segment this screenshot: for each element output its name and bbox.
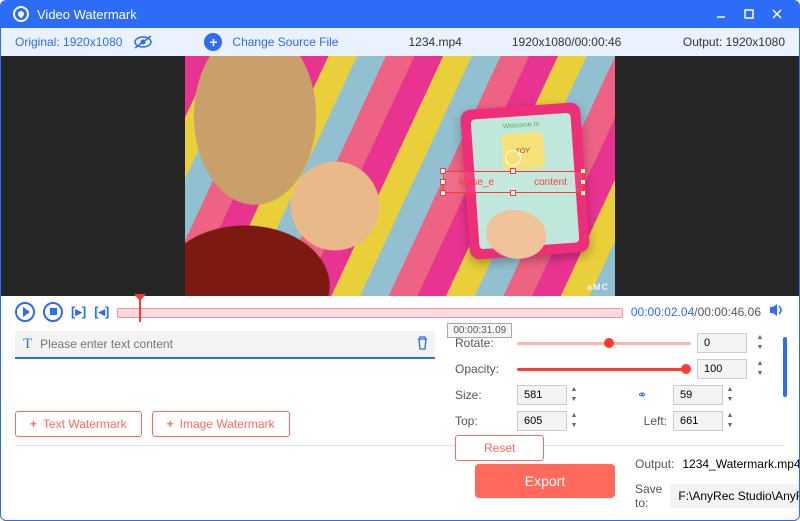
scrollbar[interactable] bbox=[783, 337, 787, 397]
saveto-label: Save to: bbox=[635, 482, 662, 510]
add-source-button[interactable]: + bbox=[204, 33, 222, 51]
text-icon: T bbox=[21, 336, 34, 353]
saveto-path-box[interactable]: F:\AnyRec Studio\AnyR...erter\Video Wate… bbox=[670, 484, 800, 508]
play-button[interactable] bbox=[15, 302, 35, 322]
top-stepper[interactable]: ▲▼ bbox=[567, 411, 581, 431]
opacity-value[interactable]: 100 bbox=[697, 359, 747, 379]
minimize-button[interactable] bbox=[709, 4, 733, 24]
rotate-slider[interactable] bbox=[517, 336, 691, 350]
channel-watermark: aMC bbox=[587, 282, 609, 292]
opacity-label: Opacity: bbox=[455, 362, 511, 376]
watermark-text-input[interactable] bbox=[40, 337, 410, 351]
volume-icon[interactable] bbox=[769, 303, 785, 320]
playback-controls: [▸] [◂] 00:00:31.09 00:00:02.04/00:00:46… bbox=[1, 296, 799, 327]
resize-handle[interactable] bbox=[580, 168, 586, 174]
timecode-display: 00:00:02.04/00:00:46.06 bbox=[631, 305, 761, 319]
preview-toggle-icon[interactable] bbox=[132, 35, 154, 49]
top-label: Top: bbox=[455, 414, 511, 428]
add-text-watermark-button[interactable]: +Text Watermark bbox=[15, 411, 142, 437]
rotate-value[interactable]: 0 bbox=[697, 333, 747, 353]
opacity-slider[interactable] bbox=[517, 362, 691, 376]
left-value[interactable]: 661 bbox=[673, 411, 723, 431]
settings-panel: T +Text Watermark +Image Watermark Rotat… bbox=[1, 327, 799, 443]
left-label: Left: bbox=[617, 414, 667, 428]
close-button[interactable] bbox=[765, 4, 789, 24]
resize-handle[interactable] bbox=[440, 179, 446, 185]
maximize-button[interactable] bbox=[737, 4, 761, 24]
entry-underline bbox=[15, 357, 435, 359]
info-bar: Original: 1920x1080 + Change Source File… bbox=[1, 28, 799, 57]
size-height-value[interactable]: 59 bbox=[673, 385, 723, 405]
watermark-text-entry: T bbox=[15, 331, 435, 357]
bottom-bar: Output: 1234_Watermark.mp4 Output: Auto;… bbox=[1, 446, 799, 520]
top-value[interactable]: 605 bbox=[517, 411, 567, 431]
playhead[interactable] bbox=[139, 300, 141, 322]
mark-in-button[interactable]: [▸] bbox=[71, 304, 86, 320]
add-image-watermark-button[interactable]: +Image Watermark bbox=[152, 411, 290, 437]
size-height-stepper[interactable]: ▲▼ bbox=[723, 385, 737, 405]
resize-handle[interactable] bbox=[510, 190, 516, 196]
preview-area: Welcome toTOY aMC lease_econtent bbox=[1, 56, 799, 296]
saveto-path: F:\AnyRec Studio\AnyR...erter\Video Wate… bbox=[678, 489, 800, 503]
timeline[interactable]: 00:00:31.09 bbox=[117, 306, 622, 318]
resize-handle[interactable] bbox=[580, 179, 586, 185]
left-stepper[interactable]: ▲▼ bbox=[723, 411, 737, 431]
app-window: Video Watermark Original: 1920x1080 + Ch… bbox=[0, 0, 800, 521]
original-resolution: 1920x1080 bbox=[63, 35, 122, 49]
source-res-duration: 1920x1080/00:00:46 bbox=[512, 35, 621, 49]
output-filename: 1234_Watermark.mp4 bbox=[682, 457, 800, 471]
size-width-stepper[interactable]: ▲▼ bbox=[567, 385, 581, 405]
watermark-list-panel: T +Text Watermark +Image Watermark bbox=[15, 331, 435, 443]
mark-out-button[interactable]: [◂] bbox=[94, 304, 109, 320]
source-filename: 1234.mp4 bbox=[408, 35, 461, 49]
app-logo-icon bbox=[13, 6, 29, 22]
watermark-properties: Rotate: 0 ▲▼ Opacity: 100 ▲▼ Size: 581▲▼… bbox=[455, 331, 785, 443]
preview-tablet-text: Welcome to bbox=[503, 121, 540, 131]
link-dimensions-icon[interactable]: ⚭ bbox=[617, 388, 667, 402]
resize-handle[interactable] bbox=[580, 190, 586, 196]
stop-button[interactable] bbox=[43, 302, 63, 322]
size-label: Size: bbox=[455, 388, 511, 402]
rotate-label: Rotate: bbox=[455, 336, 511, 350]
size-width-value[interactable]: 581 bbox=[517, 385, 567, 405]
resize-handle[interactable] bbox=[440, 168, 446, 174]
delete-watermark-icon[interactable] bbox=[416, 336, 429, 353]
rotate-stepper[interactable]: ▲▼ bbox=[753, 333, 767, 353]
watermark-overlay[interactable]: lease_econtent bbox=[443, 171, 583, 193]
app-title: Video Watermark bbox=[37, 7, 137, 22]
original-label: Original: bbox=[15, 35, 60, 49]
video-preview[interactable]: Welcome toTOY aMC lease_econtent bbox=[185, 56, 615, 296]
output-resolution: 1920x1080 bbox=[726, 35, 785, 49]
output-label: Output: bbox=[683, 35, 722, 49]
export-button[interactable]: Export bbox=[475, 464, 615, 498]
reset-button[interactable]: Reset bbox=[455, 435, 544, 461]
change-source-link[interactable]: Change Source File bbox=[232, 35, 338, 49]
resize-handle[interactable] bbox=[440, 190, 446, 196]
opacity-stepper[interactable]: ▲▼ bbox=[753, 359, 767, 379]
titlebar: Video Watermark bbox=[1, 1, 799, 28]
resize-handle[interactable] bbox=[510, 168, 516, 174]
output-name-label: Output: bbox=[635, 457, 674, 471]
